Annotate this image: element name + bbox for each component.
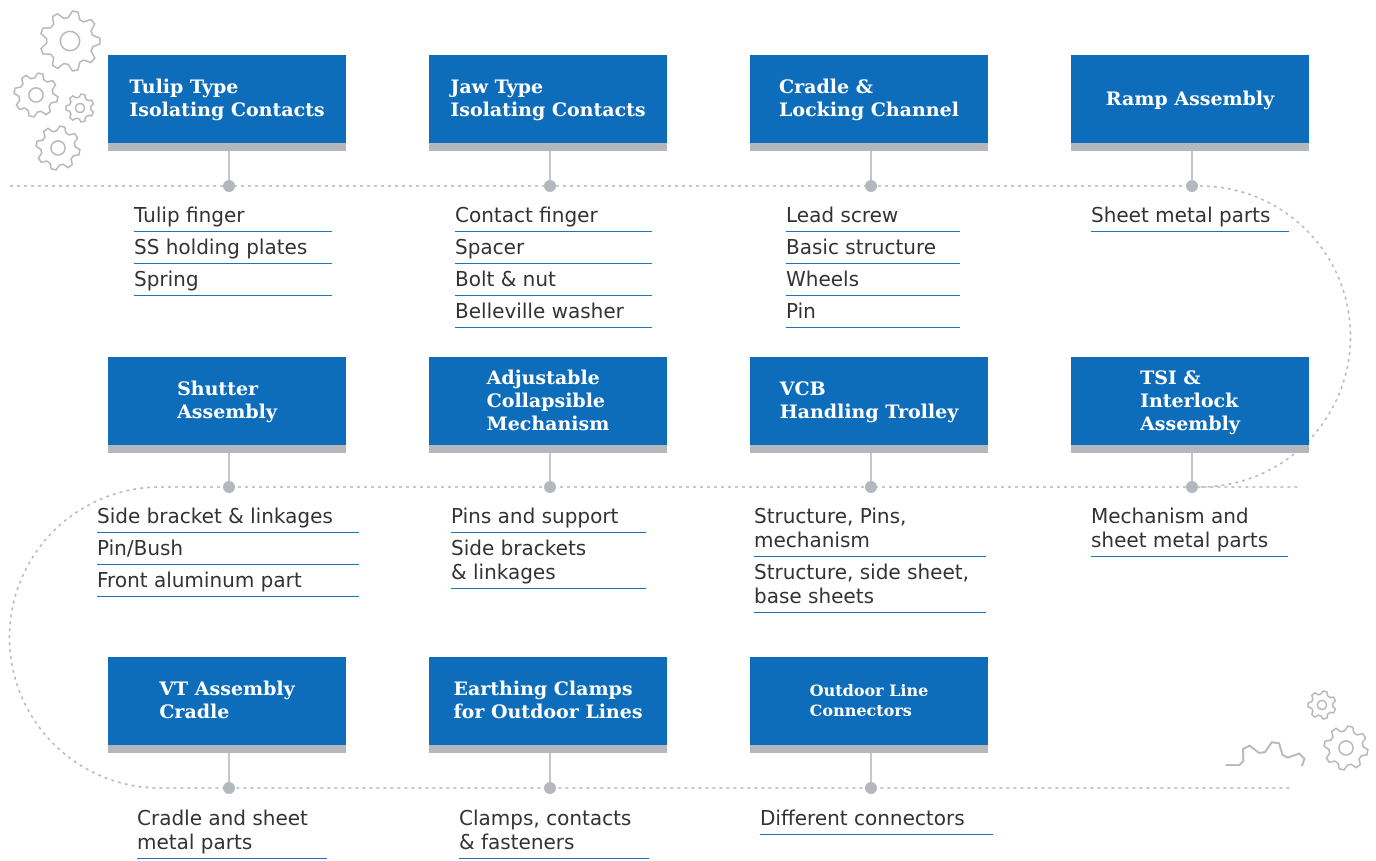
card-title: TSI & Interlock Assembly: [1140, 366, 1240, 435]
card-title-wrap: VT Assembly Cradle: [108, 657, 346, 745]
part-item: Side bracket & linkages: [97, 501, 359, 533]
category-card: Adjustable Collapsible Mechanism: [429, 357, 667, 453]
category-card: Earthing Clamps for Outdoor Lines: [429, 657, 667, 753]
category-card: Tulip Type Isolating Contacts: [108, 55, 346, 151]
card-title: Ramp Assembly: [1105, 87, 1275, 110]
card-title: Adjustable Collapsible Mechanism: [486, 366, 610, 435]
part-item: Spacer: [455, 232, 652, 264]
part-item: Pins and support: [451, 501, 646, 533]
connector-node: [865, 782, 877, 794]
category-card: Cradle & Locking Channel: [750, 55, 988, 151]
connector-node: [865, 180, 877, 192]
part-list: Clamps, contacts & fasteners: [459, 803, 649, 859]
category-card: Ramp Assembly: [1071, 55, 1309, 151]
card-title-wrap: Ramp Assembly: [1071, 55, 1309, 143]
part-item: SS holding plates: [134, 232, 332, 264]
part-item: Spring: [134, 264, 332, 296]
part-item: Cradle and sheet metal parts: [137, 803, 327, 859]
part-item: Pin/Bush: [97, 533, 359, 565]
part-item: Pin: [786, 296, 960, 328]
connector-node: [865, 481, 877, 493]
card-title: VT Assembly Cradle: [159, 678, 295, 723]
part-list: Side bracket & linkages Pin/Bush Front alu…: [97, 501, 359, 597]
category-card: Shutter Assembly: [108, 357, 346, 453]
connector-node: [544, 481, 556, 493]
part-item: Clamps, contacts & fasteners: [459, 803, 649, 859]
card-title-wrap: TSI & Interlock Assembly: [1071, 357, 1309, 445]
card-title: Earthing Clamps for Outdoor Lines: [453, 678, 643, 723]
card-title: Jaw Type Isolating Contacts: [450, 76, 646, 121]
connector-node: [544, 782, 556, 794]
part-item: Different connectors: [760, 803, 993, 835]
category-card: Outdoor Line Connectors: [750, 657, 988, 753]
connector-node: [544, 180, 556, 192]
card-title-wrap: VCB Handling Trolley: [750, 357, 988, 445]
connector-node: [223, 481, 235, 493]
category-card: VT Assembly Cradle: [108, 657, 346, 753]
part-item: Lead screw: [786, 200, 960, 232]
part-item: Mechanism and sheet metal parts: [1091, 501, 1288, 557]
card-title: Cradle & Locking Channel: [779, 76, 959, 121]
process-diagram: Tulip Type Isolating Contacts Tulip finge…: [0, 0, 1376, 861]
part-item: Wheels: [786, 264, 960, 296]
card-title: Outdoor Line Connectors: [809, 681, 929, 720]
part-item: Tulip finger: [134, 200, 332, 232]
part-item: Basic structure: [786, 232, 960, 264]
part-list: Mechanism and sheet metal parts: [1091, 501, 1288, 557]
card-title-wrap: Tulip Type Isolating Contacts: [108, 55, 346, 143]
part-item: Front aluminum part: [97, 565, 359, 597]
card-title-wrap: Cradle & Locking Channel: [750, 55, 988, 143]
card-title: VCB Handling Trolley: [779, 378, 959, 423]
connector-node: [223, 782, 235, 794]
card-title-wrap: Earthing Clamps for Outdoor Lines: [429, 657, 667, 745]
part-list: Tulip finger SS holding plates Spring: [134, 200, 332, 296]
part-list: Different connectors: [760, 803, 993, 835]
connector-node: [1186, 481, 1198, 493]
card-title: Tulip Type Isolating Contacts: [129, 76, 325, 121]
part-item: Side brackets & linkages: [451, 533, 646, 589]
card-title: Shutter Assembly: [177, 378, 277, 423]
part-item: Bolt & nut: [455, 264, 652, 296]
part-list: Structure, Pins, mechanism Structure, sid…: [754, 501, 986, 613]
part-item: Structure, side sheet, base sheets: [754, 557, 986, 613]
part-item: Sheet metal parts: [1091, 200, 1289, 232]
category-card: Jaw Type Isolating Contacts: [429, 55, 667, 151]
connector-node: [1186, 180, 1198, 192]
category-card: TSI & Interlock Assembly: [1071, 357, 1309, 453]
connector-node: [223, 180, 235, 192]
part-item: Structure, Pins, mechanism: [754, 501, 986, 557]
card-title-wrap: Jaw Type Isolating Contacts: [429, 55, 667, 143]
part-list: Cradle and sheet metal parts: [137, 803, 327, 859]
category-card: VCB Handling Trolley: [750, 357, 988, 453]
card-title-wrap: Outdoor Line Connectors: [750, 657, 988, 745]
part-list: Lead screw Basic structure Wheels Pin: [786, 200, 960, 328]
card-title-wrap: Shutter Assembly: [108, 357, 346, 445]
card-title-wrap: Adjustable Collapsible Mechanism: [429, 357, 667, 445]
part-list: Sheet metal parts: [1091, 200, 1289, 232]
part-item: Belleville washer: [455, 296, 652, 328]
part-list: Contact finger Spacer Bolt & nut Belleville…: [455, 200, 652, 328]
part-list: Pins and support Side brackets & linkages: [451, 501, 646, 589]
part-item: Contact finger: [455, 200, 652, 232]
